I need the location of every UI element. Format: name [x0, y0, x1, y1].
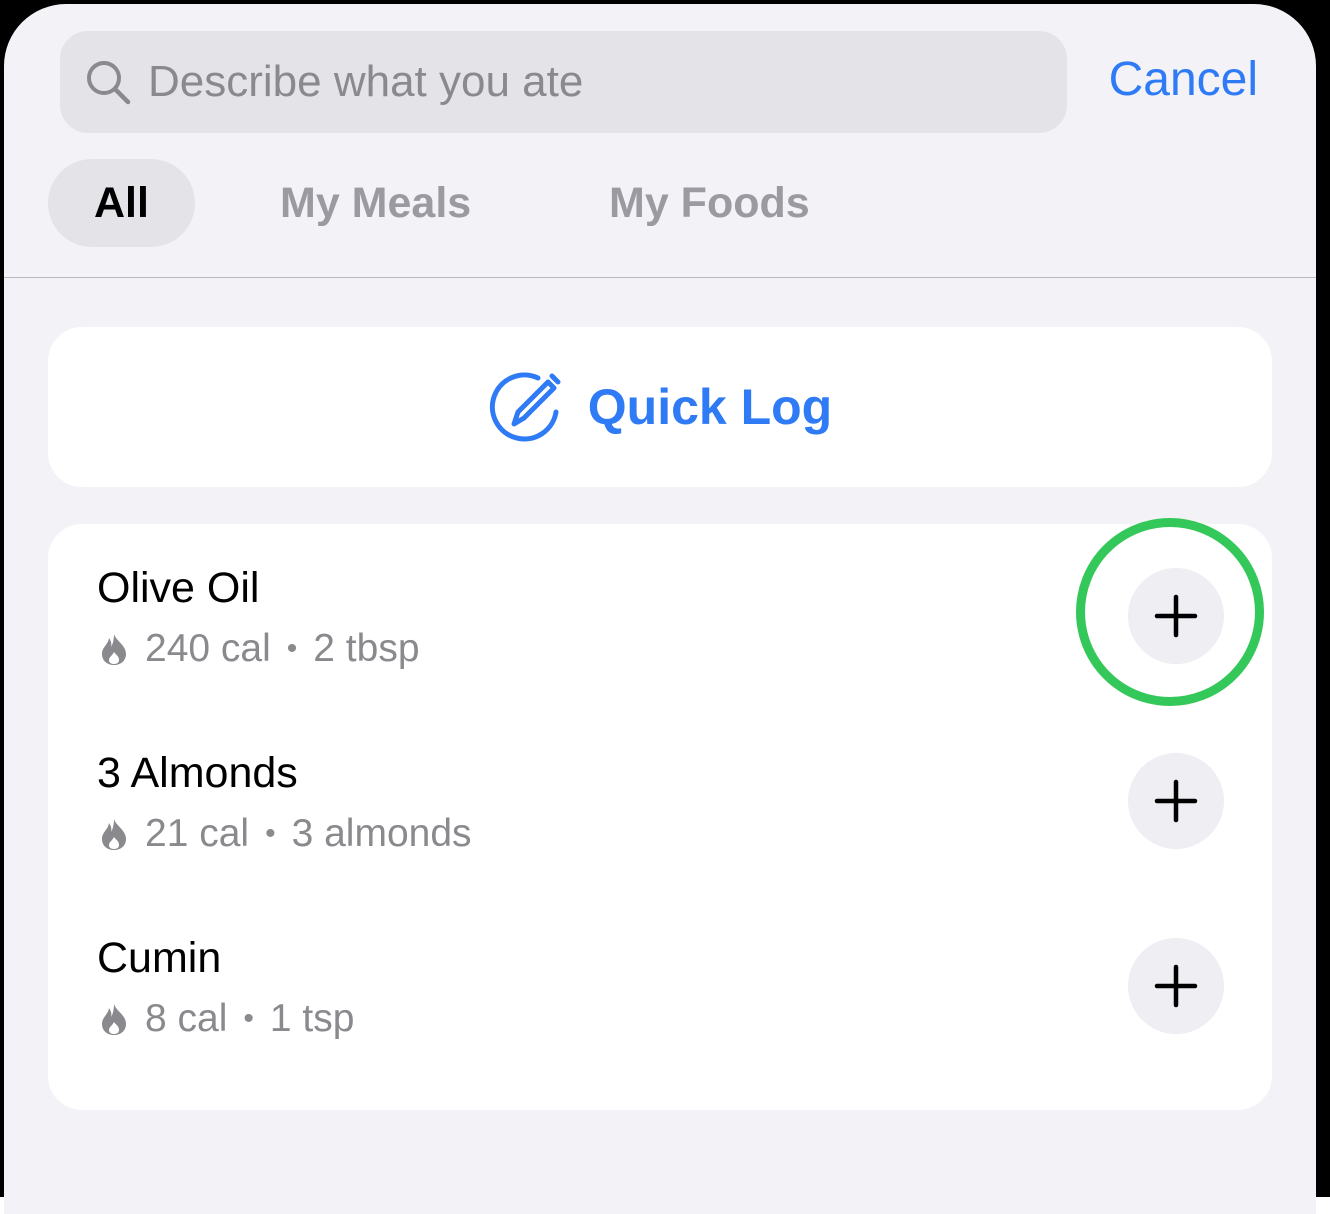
food-meta: 240 cal • 2 tbsp: [97, 627, 420, 671]
segmented-control: All My Meals My Foods: [48, 159, 1316, 247]
food-name: Olive Oil: [97, 564, 260, 612]
calories-text: 21 cal: [145, 812, 250, 855]
header-divider: [4, 277, 1316, 278]
calories-text: 240 cal: [145, 627, 271, 670]
serving-text: 3 almonds: [291, 812, 472, 855]
plus-icon: [1154, 779, 1198, 823]
list-item[interactable]: Cumin 8 cal • 1 tsp: [48, 894, 1272, 1079]
quick-log-button[interactable]: Quick Log: [48, 327, 1272, 487]
tab-my-foods[interactable]: My Foods: [609, 159, 810, 247]
separator-dot: •: [243, 1002, 254, 1035]
search-icon: [87, 61, 131, 105]
food-meta: 8 cal • 1 tsp: [97, 997, 354, 1041]
separator-dot: •: [286, 632, 298, 665]
flame-icon: [102, 1004, 126, 1035]
plus-icon: [1154, 964, 1198, 1008]
add-button[interactable]: [1128, 938, 1224, 1034]
cancel-button[interactable]: Cancel: [1109, 52, 1258, 107]
serving-text: 1 tsp: [269, 997, 355, 1040]
pencil-circle-icon: [489, 372, 561, 442]
tab-my-meals[interactable]: My Meals: [280, 159, 471, 247]
tab-all[interactable]: All: [48, 159, 195, 247]
flame-icon: [102, 634, 126, 665]
food-meta: 21 cal • 3 almonds: [97, 812, 472, 856]
highlight-ring: [1076, 518, 1264, 706]
food-name: Cumin: [97, 934, 222, 982]
flame-icon: [102, 819, 126, 850]
separator-dot: •: [265, 817, 276, 850]
quick-log-label: Quick Log: [587, 379, 833, 435]
search-input[interactable]: [148, 31, 1047, 133]
food-name: 3 Almonds: [97, 749, 298, 797]
device-frame: Cancel All My Meals My Foods Quick Log O…: [0, 0, 1330, 1214]
list-item[interactable]: 3 Almonds 21 cal • 3 almonds: [48, 709, 1272, 894]
calories-text: 8 cal: [145, 997, 228, 1040]
add-button[interactable]: [1128, 753, 1224, 849]
search-bar[interactable]: [60, 31, 1067, 133]
serving-text: 2 tbsp: [313, 627, 420, 670]
